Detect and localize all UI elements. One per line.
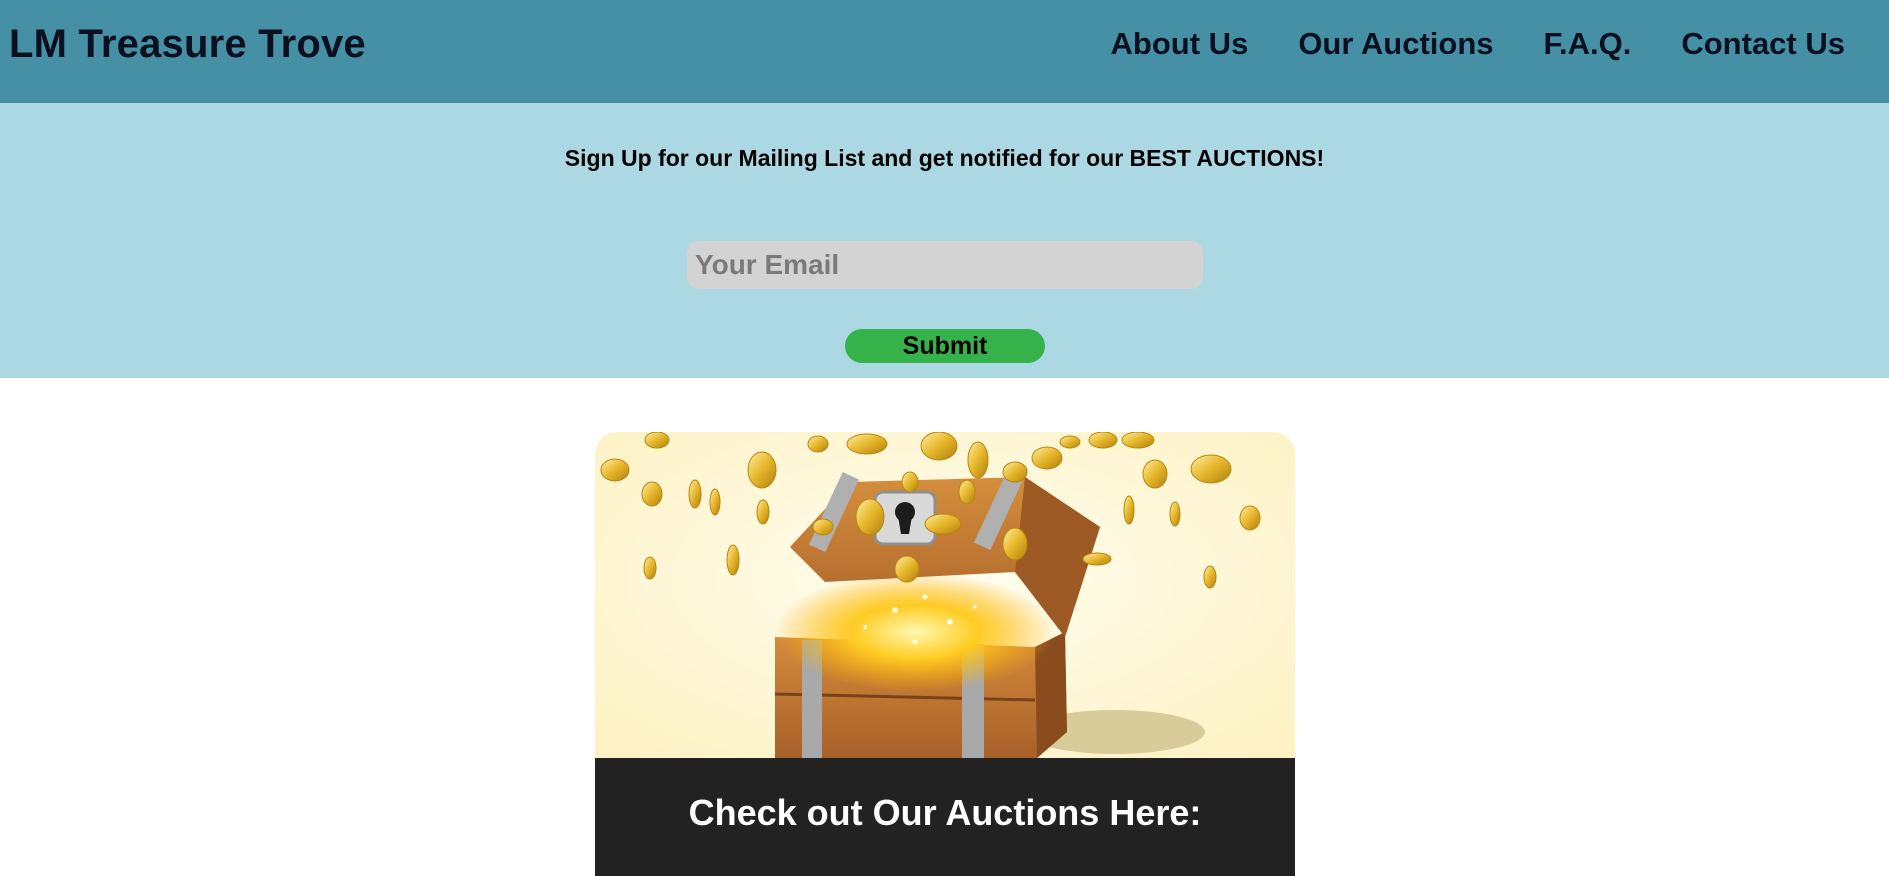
site-header: LM Treasure Trove About Us Our Auctions …	[0, 0, 1889, 103]
auctions-card[interactable]: Check out Our Auctions Here:	[595, 432, 1295, 876]
nav-contact-us[interactable]: Contact Us	[1681, 26, 1845, 62]
submit-button[interactable]: Submit	[845, 329, 1045, 363]
brand-logo-text[interactable]: LM Treasure Trove	[9, 22, 366, 67]
auctions-card-title: Check out Our Auctions Here:	[688, 792, 1202, 833]
auctions-card-caption: Check out Our Auctions Here:	[595, 758, 1295, 876]
mailing-list-section: Sign Up for our Mailing List and get not…	[0, 103, 1889, 378]
nav-about-us[interactable]: About Us	[1111, 26, 1249, 62]
nav-our-auctions[interactable]: Our Auctions	[1298, 26, 1493, 62]
main-nav: About Us Our Auctions F.A.Q. Contact Us	[1111, 26, 1845, 62]
mailing-list-message: Sign Up for our Mailing List and get not…	[564, 145, 1325, 171]
email-input[interactable]	[687, 241, 1203, 289]
treasure-chest-image	[595, 432, 1295, 758]
nav-faq[interactable]: F.A.Q.	[1544, 26, 1632, 62]
